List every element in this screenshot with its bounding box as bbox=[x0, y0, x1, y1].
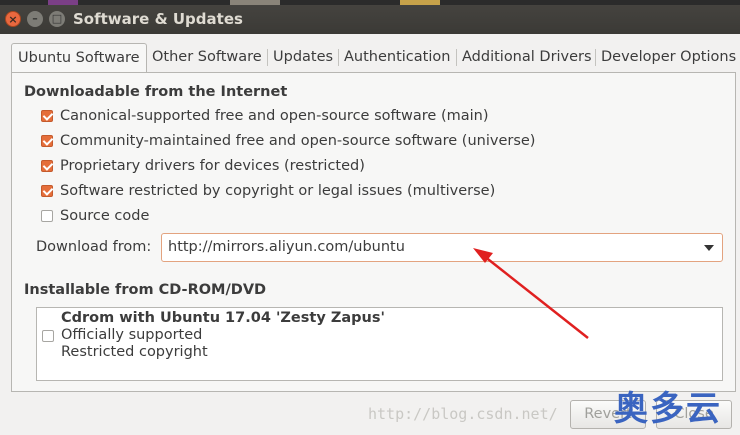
tab-developer-options[interactable]: Developer Options bbox=[595, 43, 740, 71]
download-server-select[interactable]: http://mirrors.aliyun.com/ubuntu bbox=[161, 233, 723, 262]
internet-section-heading: Downloadable from the Internet bbox=[24, 84, 288, 100]
cdrom-item-line: Restricted copyright bbox=[61, 344, 208, 360]
watermark-text: http://blog.csdn.net/ bbox=[368, 405, 558, 423]
window-maximize-icon[interactable]: □ bbox=[49, 11, 65, 27]
tab-other-software[interactable]: Other Software bbox=[146, 43, 268, 71]
cdrom-item-line: Officially supported bbox=[61, 327, 203, 343]
download-from-label: Download from: bbox=[36, 239, 152, 255]
title-bar: × – □ Software & Updates bbox=[0, 5, 740, 34]
window-title: Software & Updates bbox=[73, 10, 243, 28]
tab-authentication[interactable]: Authentication bbox=[338, 43, 456, 71]
cdrom-section-heading: Installable from CD-ROM/DVD bbox=[24, 282, 267, 298]
checkbox-checked-icon[interactable] bbox=[41, 160, 53, 172]
tab-updates[interactable]: Updates bbox=[267, 43, 339, 71]
tab-additional-drivers[interactable]: Additional Drivers bbox=[456, 43, 598, 71]
chevron-down-icon[interactable] bbox=[704, 245, 714, 251]
cdrom-item-title: Cdrom with Ubuntu 17.04 'Zesty Zapus' bbox=[61, 310, 385, 326]
checkbox-label: Software restricted by copyright or lega… bbox=[60, 183, 496, 199]
download-server-value: http://mirrors.aliyun.com/ubuntu bbox=[168, 239, 405, 255]
checkbox-label: Source code bbox=[60, 208, 150, 224]
cdrom-list: Cdrom with Ubuntu 17.04 'Zesty Zapus' Of… bbox=[36, 307, 723, 381]
checkbox-label: Proprietary drivers for devices (restric… bbox=[60, 158, 365, 174]
window-minimize-icon[interactable]: – bbox=[27, 11, 43, 27]
cdrom-checkbox-icon[interactable] bbox=[42, 330, 54, 342]
brand-logo: 奥多云 bbox=[614, 389, 722, 429]
tab-ubuntu-software[interactable]: Ubuntu Software bbox=[11, 43, 147, 73]
checkbox-unchecked-icon[interactable] bbox=[41, 210, 53, 222]
tab-bar: Ubuntu Software Other Software Updates A… bbox=[11, 43, 736, 73]
window-close-icon[interactable]: × bbox=[5, 11, 21, 27]
checkbox-checked-icon[interactable] bbox=[41, 135, 53, 147]
checkbox-label: Canonical-supported free and open-source… bbox=[60, 108, 489, 124]
checkbox-checked-icon[interactable] bbox=[41, 185, 53, 197]
checkbox-label: Community-maintained free and open-sourc… bbox=[60, 133, 536, 149]
checkbox-checked-icon[interactable] bbox=[41, 110, 53, 122]
